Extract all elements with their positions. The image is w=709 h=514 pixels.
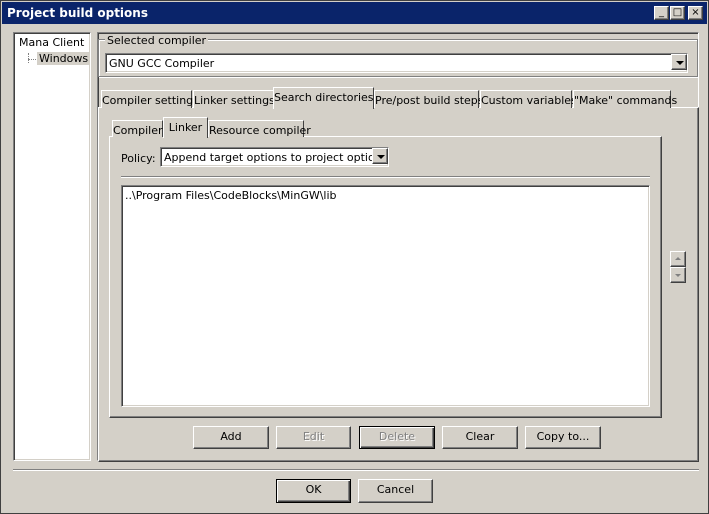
move-down-button[interactable]	[670, 267, 686, 283]
tree-item-target-windows[interactable]: Windows	[37, 52, 91, 65]
policy-separator	[121, 176, 650, 178]
list-item[interactable]: ..\Program Files\CodeBlocks\MinGW\lib	[125, 189, 337, 202]
directories-list[interactable]: ..\Program Files\CodeBlocks\MinGW\lib	[121, 185, 650, 407]
compiler-group-label: Selected compiler	[105, 34, 209, 47]
tab-label: Linker settings	[194, 94, 275, 107]
ok-button[interactable]: OK	[276, 479, 351, 503]
tab-label: Search directories	[274, 91, 374, 104]
subtab-label: Compiler	[113, 124, 163, 137]
tree-item-label: Mana Client	[19, 36, 85, 49]
policy-select-dropdown-button[interactable]	[372, 148, 388, 164]
tree-connector-horizontal	[28, 59, 36, 60]
compiler-select-value: GNU GCC Compiler	[109, 57, 215, 70]
cancel-button-label: Cancel	[376, 483, 415, 496]
minimize-icon: _	[659, 7, 664, 18]
close-icon: ×	[691, 7, 700, 18]
clear-button[interactable]: Clear	[442, 426, 518, 449]
tree-item-label: Windows	[37, 52, 91, 65]
cancel-button[interactable]: Cancel	[358, 479, 433, 503]
project-tree[interactable]: Mana Client Windows	[13, 32, 91, 461]
minimize-button[interactable]: _	[654, 6, 669, 20]
tab-label: "Make" commands	[574, 94, 678, 107]
maximize-icon: □	[672, 7, 683, 18]
arrow-down-icon	[675, 274, 681, 277]
edit-button[interactable]: Edit	[276, 426, 351, 449]
subtab-linker[interactable]: Linker	[163, 117, 208, 138]
chevron-down-icon	[377, 155, 385, 159]
arrow-up-icon	[675, 257, 681, 260]
add-button[interactable]: Add	[193, 426, 269, 449]
tab-linker-settings[interactable]: Linker settings	[193, 90, 275, 108]
ok-button-label: OK	[305, 483, 322, 496]
subtab-compiler[interactable]: Compiler	[112, 120, 163, 137]
tree-connector-vertical	[28, 53, 29, 63]
add-button-label: Add	[220, 430, 242, 443]
tab-make-commands[interactable]: "Make" commands	[573, 90, 677, 108]
subtab-label: Linker	[168, 121, 203, 134]
window-title: Project build options	[7, 6, 148, 20]
tab-label: Compiler settings	[102, 94, 199, 107]
delete-button-label: Delete	[378, 430, 416, 443]
tab-custom-variables[interactable]: Custom variables	[480, 90, 577, 108]
directory-path: ..\Program Files\CodeBlocks\MinGW\lib	[125, 189, 337, 202]
policy-select-value: Append target options to project options	[164, 151, 388, 164]
project-build-options-dialog: Project build options _ □ × Mana Client …	[0, 0, 709, 514]
subtab-resource-compiler[interactable]: Resource compiler	[208, 120, 311, 137]
copy-to-button-label: Copy to...	[536, 430, 590, 443]
policy-select[interactable]: Append target options to project options	[160, 147, 389, 167]
maximize-button[interactable]: □	[670, 6, 685, 20]
title-bar[interactable]: Project build options _ □ ×	[2, 2, 707, 24]
subtab-label: Resource compiler	[209, 124, 311, 137]
tree-item-project[interactable]: Mana Client	[19, 36, 84, 49]
compiler-select[interactable]: GNU GCC Compiler	[105, 53, 688, 73]
footer-separator	[13, 469, 699, 471]
tab-label: Pre/post build steps	[375, 94, 484, 107]
tab-compiler-settings[interactable]: Compiler settings	[101, 90, 199, 108]
chevron-down-icon	[676, 61, 684, 65]
edit-button-label: Edit	[302, 430, 325, 443]
move-up-button[interactable]	[670, 251, 686, 267]
tab-label: Custom variables	[481, 94, 577, 107]
compiler-select-dropdown-button[interactable]	[671, 54, 687, 70]
policy-label: Policy:	[121, 152, 156, 165]
copy-to-button[interactable]: Copy to...	[525, 426, 601, 449]
clear-button-label: Clear	[465, 430, 495, 443]
delete-button[interactable]: Delete	[359, 426, 435, 449]
close-button[interactable]: ×	[688, 6, 703, 20]
tab-pre-post-build-steps[interactable]: Pre/post build steps	[374, 90, 484, 108]
tab-search-directories[interactable]: Search directories	[273, 87, 374, 109]
